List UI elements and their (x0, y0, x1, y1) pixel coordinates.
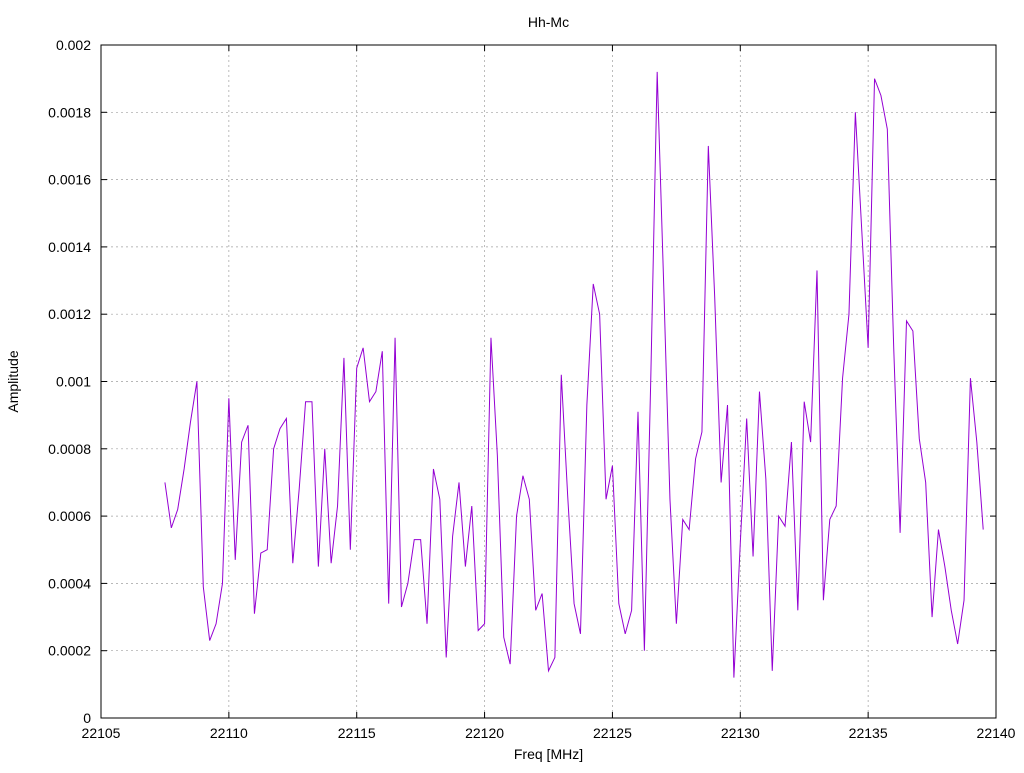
y-tick-label: 0.0008 (48, 441, 91, 457)
x-tick-label: 22110 (210, 725, 248, 741)
x-tick-label: 22115 (338, 725, 376, 741)
y-tick-label: 0.0004 (48, 575, 91, 591)
y-tick-label: 0 (83, 710, 91, 726)
chart-area: 22105 22110 22115 22120 22125 22130 22135 22140… (0, 0, 1024, 768)
x-tick-label: 22120 (465, 725, 504, 741)
x-tick-label: 22130 (721, 725, 760, 741)
series-layer (164, 71, 984, 678)
axis-ticks: 22105 22110 22115 22120 22125 22130 22135 22140… (48, 37, 1016, 741)
x-tick-label: 22135 (849, 725, 888, 741)
y-tick-label: 0.0006 (48, 508, 91, 524)
y-tick-label: 0.001 (56, 374, 91, 390)
y-tick-label: 0.0018 (48, 104, 91, 120)
x-axis-title: Freq [MHz] (514, 746, 583, 762)
x-tick-label: 22140 (977, 725, 1016, 741)
grid-lines (101, 45, 996, 718)
chart-title: Hh-Mc (528, 14, 569, 30)
x-tick-label: 22125 (593, 725, 632, 741)
y-tick-label: 0.0016 (48, 172, 91, 188)
y-tick-label: 0.0012 (48, 306, 91, 322)
y-tick-label: 0.002 (56, 37, 91, 53)
y-tick-label: 0.0002 (48, 643, 91, 659)
line-chart: 22105 22110 22115 22120 22125 22130 22135 22140… (5, 14, 1016, 762)
y-tick-label: 0.0014 (48, 239, 91, 255)
x-tick-label: 22105 (82, 725, 121, 741)
series-line (164, 71, 984, 678)
y-axis-title: Amplitude (5, 350, 21, 412)
